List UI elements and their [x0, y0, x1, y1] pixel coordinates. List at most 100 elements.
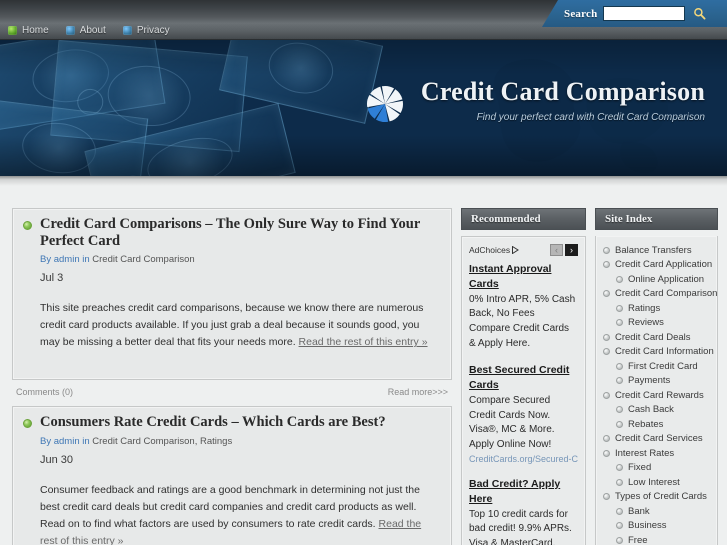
site-title: Credit Card Comparison: [420, 77, 705, 106]
site-index-item[interactable]: Online Application: [603, 272, 710, 287]
site-tagline: Find your perfect card with Credit Card …: [476, 112, 705, 124]
site-index-item-label: Credit Card Application: [615, 259, 713, 270]
bullet-icon: [616, 377, 623, 385]
ad-controls: AdChoices ‹ ›: [469, 244, 578, 256]
site-index-item-label: Business: [628, 520, 667, 531]
ad-description: Top 10 credit cards for bad credit! 9.9%…: [469, 508, 572, 545]
site-index-item[interactable]: Interest Rates: [603, 446, 710, 461]
bullet-icon: [616, 478, 623, 486]
post-author[interactable]: By admin in: [40, 436, 90, 447]
site-index-heading: Site Index: [595, 208, 718, 230]
post-author[interactable]: By admin in: [40, 254, 90, 265]
site-index-item-label: Credit Card Rewards: [615, 389, 704, 401]
read-more-link[interactable]: Read more>>>: [388, 387, 448, 397]
search-input[interactable]: [603, 6, 686, 21]
site-index-item-label: Balance Transfers: [615, 244, 692, 256]
ad-description: Compare Secured Credit Cards Now. Visa®,…: [469, 395, 555, 450]
bullet-icon: [603, 290, 610, 298]
post-categories[interactable]: Credit Card Comparison: [92, 254, 194, 265]
bullet-icon: [603, 493, 610, 501]
post-title[interactable]: Consumers Rate Credit Cards – Which Card…: [40, 414, 386, 431]
site-index-item-label: Online Application: [628, 273, 705, 285]
site-index-item[interactable]: Free: [603, 533, 710, 545]
recommended-heading: Recommended: [461, 208, 586, 230]
ad-description: 0% Intro APR, 5% Cash Back, No Fees Comp…: [469, 293, 576, 349]
ad-title[interactable]: Instant Approval Cards: [469, 262, 578, 292]
bullet-icon: [8, 26, 17, 35]
bullet-icon: [616, 522, 623, 530]
ad-item: Best Secured Credit Cards Compare Secure…: [469, 363, 578, 466]
post-title[interactable]: Credit Card Comparisons – The Only Sure …: [40, 216, 441, 249]
post-date: Jul 3: [40, 272, 64, 285]
post-meta: By admin in Credit Card Comparison, Rati…: [40, 436, 441, 447]
post-bullet-icon: [23, 221, 32, 230]
adchoices-triangle-icon: [512, 246, 520, 254]
ad-title[interactable]: Bad Credit? Apply Here: [469, 477, 578, 507]
bullet-icon: [65, 26, 75, 35]
site-index-item[interactable]: Credit Card Application: [603, 258, 713, 273]
bullet-icon: [616, 507, 623, 515]
site-index-item[interactable]: Rebates: [603, 417, 710, 432]
site-index-item[interactable]: Credit Card Comparison: [603, 287, 717, 302]
bullet-icon: [616, 275, 623, 283]
bullet-icon: [603, 246, 610, 254]
nav-item-about[interactable]: About: [65, 25, 106, 36]
ad-url[interactable]: CreditCards.org/Secured-Cards: [469, 453, 578, 466]
banner-shadow: [0, 176, 727, 186]
bullet-icon: [616, 536, 623, 544]
site-index-item[interactable]: Credit Card Deals: [603, 330, 710, 345]
post-bullet-icon: [23, 419, 32, 429]
site-brand[interactable]: Credit Card Comparison Find your perfect…: [363, 78, 705, 126]
recommended-panel: AdChoices ‹ › Instant Approval Cards 0% …: [461, 236, 586, 545]
post-categories[interactable]: Credit Card Comparison, Ratings: [92, 436, 232, 447]
adchoices-link[interactable]: AdChoices: [469, 245, 520, 255]
site-index-item[interactable]: Ratings: [603, 301, 710, 316]
post-footer: Comments (0) Read more>>>: [12, 380, 452, 406]
search-label: Search: [564, 7, 598, 20]
ad-prev-button[interactable]: ‹: [550, 244, 563, 256]
site-index-item[interactable]: Reviews: [603, 316, 710, 331]
site-index-panel: Balance Transfers Credit Card Application…: [595, 236, 718, 545]
site-index-item-label: First Credit Card: [628, 360, 698, 372]
nav-label: Privacy: [136, 25, 170, 36]
top-bar: Home About Privacy Search: [0, 0, 727, 40]
post-header: Credit Card Comparisons – The Only Sure …: [23, 216, 441, 249]
post-excerpt: This site preaches credit card compariso…: [40, 300, 441, 351]
post-card: Consumers Rate Credit Cards – Which Card…: [12, 406, 452, 545]
bullet-icon: [616, 362, 623, 370]
bullet-icon: [603, 435, 610, 443]
site-index-item-label: Credit Card Services: [615, 433, 703, 444]
post-excerpt-text: Consumer feedback and ratings are a good…: [40, 484, 420, 531]
site-index-item[interactable]: Types of Credit Cards: [603, 490, 710, 505]
site-index-item-label: Interest Rates: [615, 447, 675, 459]
site-index-item[interactable]: Low Interest: [603, 475, 710, 490]
ad-next-button[interactable]: ›: [565, 244, 578, 256]
site-index-item[interactable]: Credit Card Rewards: [603, 388, 710, 403]
site-index-item[interactable]: Cash Back: [603, 403, 710, 418]
adchoices-label: AdChoices: [469, 245, 511, 255]
primary-nav: Home About Privacy: [8, 25, 170, 36]
site-index-item[interactable]: Fixed: [603, 461, 710, 476]
site-index-item-label: Credit Card Information: [615, 346, 714, 357]
comments-link[interactable]: Comments (0): [16, 387, 73, 397]
post-card: Credit Card Comparisons – The Only Sure …: [12, 208, 452, 381]
search-button[interactable]: [690, 5, 708, 22]
ad-item: Bad Credit? Apply Here Top 10 credit car…: [469, 477, 578, 545]
bullet-icon: [603, 261, 610, 269]
bullet-icon: [616, 304, 623, 312]
site-index-item[interactable]: Payments: [603, 374, 710, 389]
ad-title[interactable]: Best Secured Credit Cards: [469, 363, 578, 393]
site-index-item[interactable]: Bank: [603, 504, 710, 519]
main-column: Credit Card Comparisons – The Only Sure …: [12, 208, 452, 545]
site-index-item[interactable]: Credit Card Information: [603, 345, 714, 360]
site-index-item[interactable]: Business: [603, 519, 710, 534]
bullet-icon: [616, 406, 623, 414]
site-index-item[interactable]: Balance Transfers: [603, 243, 710, 258]
nav-item-privacy[interactable]: Privacy: [122, 25, 170, 36]
site-index-item[interactable]: First Credit Card: [603, 359, 710, 374]
nav-item-home[interactable]: Home: [8, 25, 49, 36]
read-rest-link[interactable]: Read the rest of this entry »: [299, 336, 428, 348]
site-index-item-label: Types of Credit Cards: [615, 491, 707, 502]
site-index-item[interactable]: Credit Card Services: [603, 432, 710, 447]
site-banner: Credit Card Comparison Find your perfect…: [0, 40, 727, 176]
